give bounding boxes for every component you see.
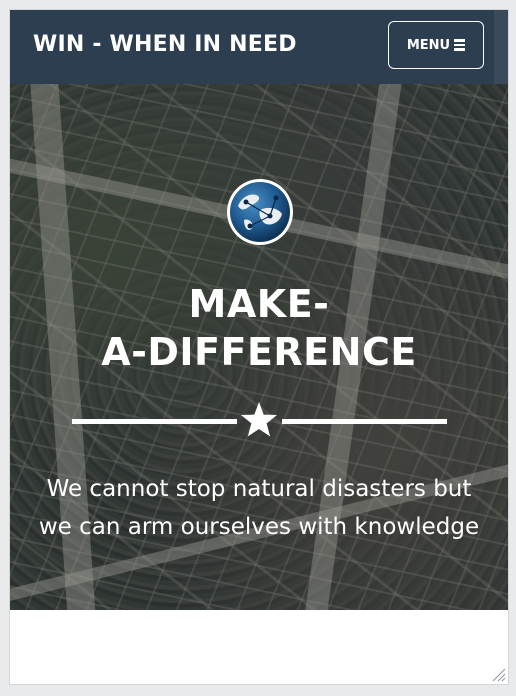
star-divider [72, 400, 447, 444]
hero-subtitle-line1: We cannot stop natural disasters but [46, 476, 472, 502]
navbar: WIN - WHEN IN NEED MENU [10, 10, 494, 84]
menu-label: MENU [406, 37, 451, 53]
hero-subtitle: We cannot stop natural disasters but we … [34, 470, 484, 546]
globe-icon [227, 179, 293, 245]
menu-button[interactable]: MENU [388, 21, 484, 69]
site-brand[interactable]: WIN - WHEN IN NEED [33, 32, 297, 57]
hero-subtitle-line2: we can arm ourselves with knowledge [38, 514, 480, 540]
hero-title: MAKE- A-DIFFERENCE [10, 280, 508, 376]
hero-title-line1: MAKE- [188, 282, 330, 326]
hero-title-line2: A-DIFFERENCE [101, 330, 417, 374]
browser-viewport: WIN - WHEN IN NEED MENU MAKE- A-DIFFEREN… [10, 10, 508, 684]
star-icon [241, 402, 277, 437]
resize-grip-icon[interactable] [490, 666, 506, 682]
divider-line-right [282, 419, 447, 424]
hero-section: MAKE- A-DIFFERENCE We cannot stop natura… [10, 84, 508, 610]
bars-icon [454, 39, 466, 51]
divider-line-left [72, 419, 237, 424]
scrollbar[interactable] [494, 10, 508, 84]
